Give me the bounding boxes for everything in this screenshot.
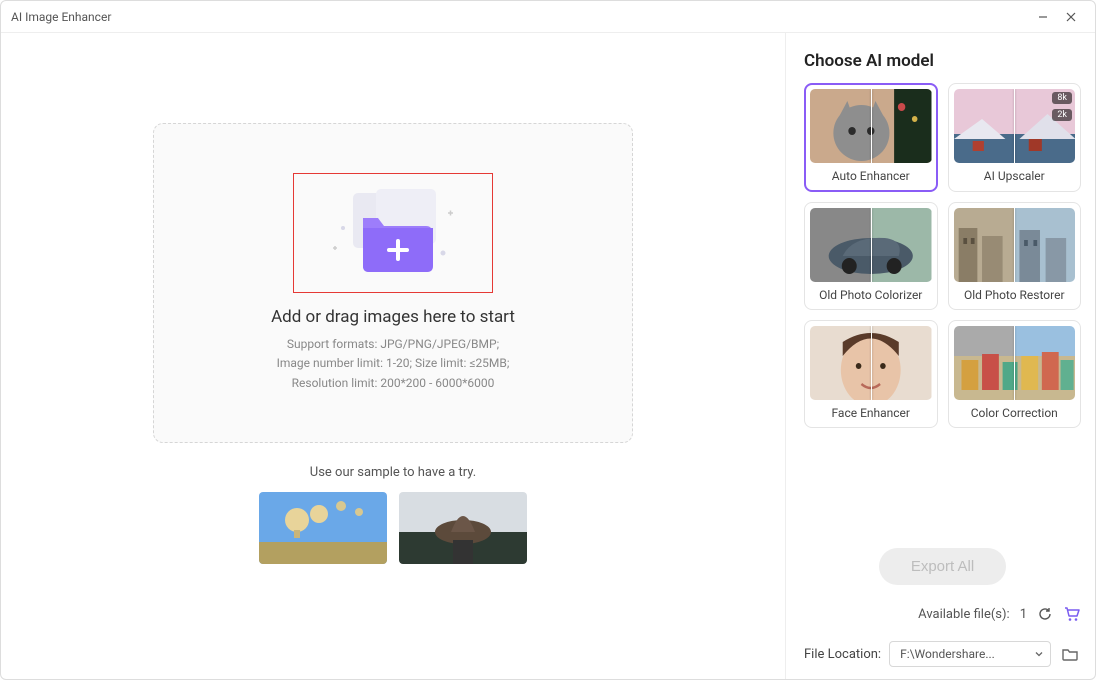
minimize-icon bbox=[1037, 11, 1049, 23]
dropzone-title: Add or drag images here to start bbox=[271, 307, 515, 327]
cart-icon bbox=[1063, 605, 1081, 623]
file-location-select[interactable]: F:\Wondershare... bbox=[889, 641, 1051, 667]
dropzone-line1: Support formats: JPG/PNG/JPEG/BMP; bbox=[277, 335, 510, 354]
model-old-photo-restorer[interactable]: Old Photo Restorer bbox=[948, 202, 1082, 310]
model-grid: Auto Enhancer 8k bbox=[804, 83, 1081, 428]
model-thumb: 8k 2k bbox=[954, 89, 1076, 163]
dropzone-line2: Image number limit: 1-20; Size limit: ≤2… bbox=[277, 354, 510, 373]
badge-8k: 8k bbox=[1052, 92, 1072, 104]
close-icon bbox=[1065, 11, 1077, 23]
open-folder-button[interactable] bbox=[1059, 643, 1081, 665]
file-location-value: F:\Wondershare... bbox=[900, 647, 995, 661]
refresh-button[interactable] bbox=[1037, 606, 1053, 622]
titlebar: AI Image Enhancer bbox=[1, 1, 1095, 33]
badge-2k: 2k bbox=[1052, 109, 1072, 121]
model-color-correction[interactable]: Color Correction bbox=[948, 320, 1082, 428]
sample-row bbox=[259, 492, 527, 564]
available-row: Available file(s): 1 bbox=[804, 605, 1081, 623]
available-label: Available file(s): bbox=[918, 607, 1010, 622]
model-old-photo-colorizer[interactable]: Old Photo Colorizer bbox=[804, 202, 938, 310]
person-hat-thumb-icon bbox=[399, 492, 527, 564]
model-ai-upscaler[interactable]: 8k 2k AI Upscaler bbox=[948, 83, 1082, 192]
model-label: Face Enhancer bbox=[831, 400, 910, 427]
main-area: Add or drag images here to start Support… bbox=[1, 33, 785, 679]
model-label: Color Correction bbox=[971, 400, 1058, 427]
file-location-row: File Location: F:\Wondershare... bbox=[804, 641, 1081, 667]
sample-image-1[interactable] bbox=[259, 492, 387, 564]
export-all-button[interactable]: Export All bbox=[879, 548, 1006, 585]
sidebar: Choose AI model bbox=[785, 33, 1095, 679]
available-count: 1 bbox=[1020, 607, 1027, 622]
app-window: AI Image Enhancer bbox=[0, 0, 1096, 680]
model-thumb bbox=[810, 326, 932, 400]
minimize-button[interactable] bbox=[1029, 3, 1057, 31]
model-label: Old Photo Colorizer bbox=[819, 282, 922, 309]
file-location-label: File Location: bbox=[804, 647, 881, 662]
folder-icon bbox=[1061, 645, 1079, 663]
model-face-enhancer[interactable]: Face Enhancer bbox=[804, 320, 938, 428]
model-label: Auto Enhancer bbox=[832, 163, 910, 190]
close-button[interactable] bbox=[1057, 3, 1085, 31]
sidebar-title: Choose AI model bbox=[804, 51, 1081, 71]
dropzone-line3: Resolution limit: 200*200 - 6000*6000 bbox=[277, 374, 510, 393]
dropzone[interactable]: Add or drag images here to start Support… bbox=[153, 123, 633, 443]
model-label: AI Upscaler bbox=[984, 163, 1045, 190]
model-auto-enhancer[interactable]: Auto Enhancer bbox=[804, 83, 938, 192]
model-thumb bbox=[810, 208, 932, 282]
dropzone-subtext: Support formats: JPG/PNG/JPEG/BMP; Image… bbox=[277, 335, 510, 393]
refresh-icon bbox=[1037, 606, 1053, 622]
model-thumb bbox=[954, 326, 1076, 400]
chevron-down-icon bbox=[1034, 649, 1044, 659]
balloons-thumb-icon bbox=[259, 492, 387, 564]
dropzone-illustration bbox=[293, 173, 493, 293]
cart-button[interactable] bbox=[1063, 605, 1081, 623]
model-thumb bbox=[810, 89, 932, 163]
folder-plus-icon bbox=[308, 183, 478, 283]
sample-image-2[interactable] bbox=[399, 492, 527, 564]
model-label: Old Photo Restorer bbox=[964, 282, 1065, 309]
model-thumb bbox=[954, 208, 1076, 282]
sample-label: Use our sample to have a try. bbox=[310, 465, 476, 480]
window-title: AI Image Enhancer bbox=[11, 10, 111, 24]
